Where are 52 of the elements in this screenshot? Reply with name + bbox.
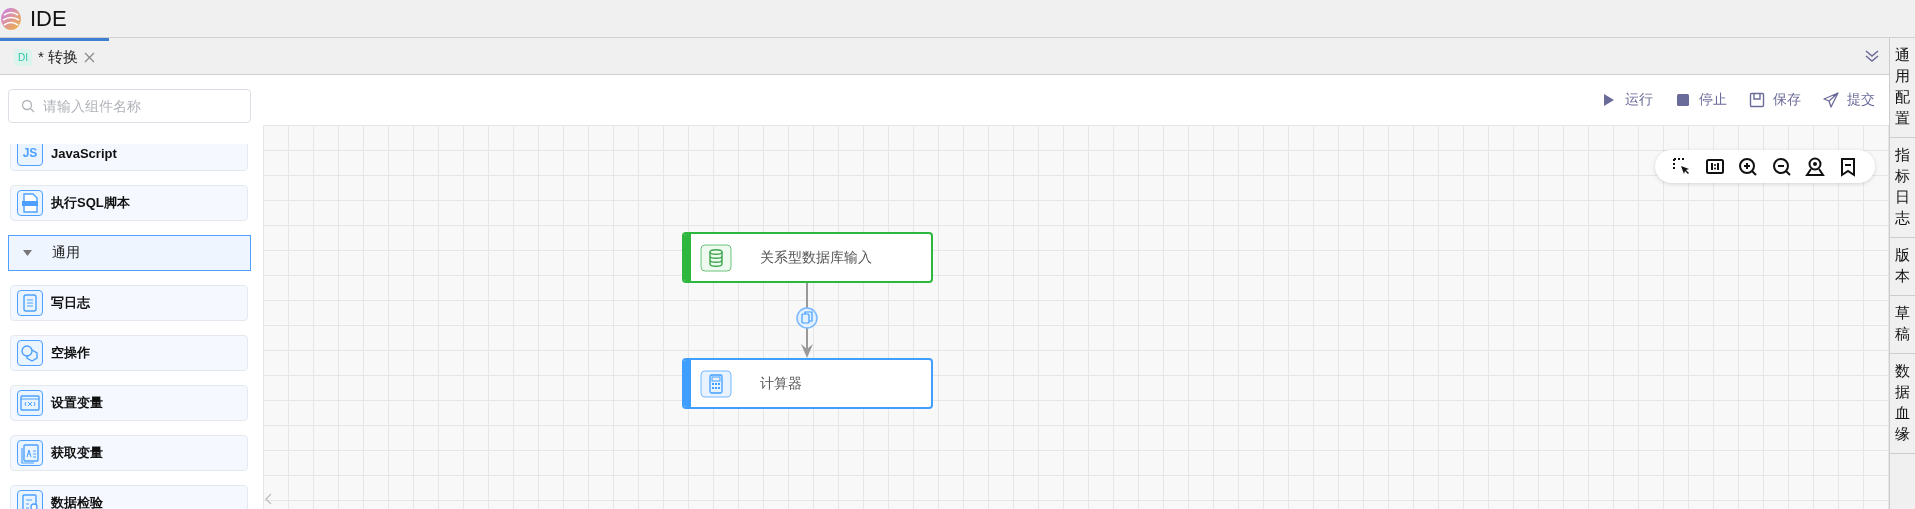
flow-node[interactable]: 计算器 [682, 358, 933, 409]
app-title: IDE [30, 5, 67, 32]
logo-icon [0, 6, 22, 31]
shapes-icon [17, 340, 43, 366]
toolbar-button[interactable]: 运行 [1601, 91, 1653, 109]
component-label: 执行SQL脚本 [51, 194, 130, 212]
window-icon [17, 390, 43, 416]
component-label: 空操作 [51, 344, 90, 362]
sql-file-icon [17, 190, 43, 216]
component-item[interactable]: 数据检验 [10, 485, 248, 509]
select-area-icon[interactable] [1671, 156, 1692, 177]
document-icon [17, 440, 43, 466]
stop-icon [1675, 92, 1691, 108]
component-item[interactable]: 执行SQL脚本 [10, 185, 248, 221]
js-icon: JS [17, 144, 43, 166]
component-item[interactable]: 写日志 [10, 285, 248, 321]
category-header[interactable]: 通用 [8, 235, 251, 271]
tab-label: * 转换 [38, 48, 78, 67]
category-label: 通用 [52, 244, 80, 262]
component-item[interactable]: JS JavaScript [10, 144, 248, 171]
paper-plane-icon [1823, 92, 1839, 108]
side-panel-tab[interactable]: 指标日志 [1890, 138, 1915, 238]
component-label: 获取变量 [51, 444, 103, 462]
toolbar-button[interactable]: 保存 [1749, 91, 1801, 109]
chevron-double-down-icon[interactable] [1865, 50, 1879, 62]
fit-ratio-icon[interactable] [1705, 156, 1725, 177]
side-panel-tab[interactable]: 通用配置 [1890, 38, 1915, 138]
component-item[interactable]: 设置变量 [10, 385, 248, 421]
component-label: JavaScript [51, 145, 117, 161]
toolbar-button[interactable]: 提交 [1823, 91, 1875, 109]
close-icon[interactable] [84, 52, 95, 63]
component-item[interactable]: 获取变量 [10, 435, 248, 471]
component-label: 设置变量 [51, 394, 103, 412]
node-label: 关系型数据库输入 [760, 248, 872, 267]
search-icon [21, 99, 35, 113]
zoom-out-icon[interactable] [1771, 156, 1792, 177]
calculator-icon [700, 369, 732, 398]
database-icon [700, 243, 732, 272]
component-label: 写日志 [51, 294, 90, 312]
clipboard-search-icon [17, 490, 43, 509]
flow-node[interactable]: 关系型数据库输入 [682, 232, 933, 283]
side-panel-tab[interactable]: 数据血缘 [1890, 354, 1915, 454]
component-item[interactable]: 空操作 [10, 335, 248, 371]
type-badge: DI [14, 49, 32, 66]
toolbar-button[interactable]: 停止 [1675, 91, 1727, 109]
node-label: 计算器 [760, 374, 802, 393]
zoom-in-icon[interactable] [1738, 156, 1759, 177]
notepad-icon [17, 290, 43, 316]
component-label: 数据检验 [51, 494, 103, 509]
side-panel-tab[interactable]: 草稿 [1890, 296, 1915, 354]
side-panel-tab[interactable]: 版本 [1890, 238, 1915, 296]
search-field[interactable]: 请输入组件名称 [8, 89, 251, 123]
